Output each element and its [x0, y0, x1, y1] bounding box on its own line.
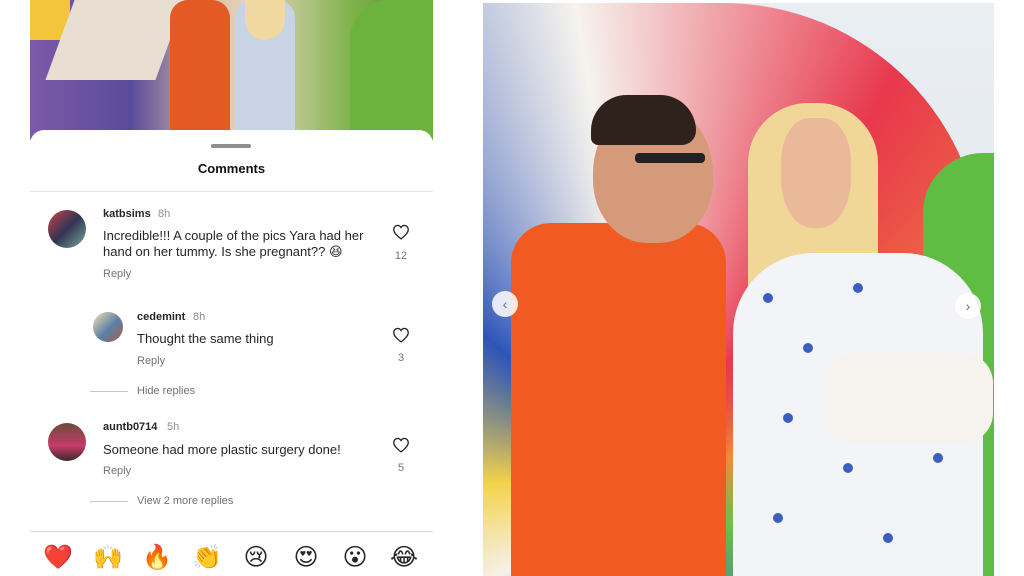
comment-username[interactable]: katbsims	[103, 208, 151, 220]
reaction-laughing[interactable]: 😂	[388, 542, 420, 574]
reaction-heart[interactable]: ❤️	[42, 542, 74, 574]
comment-time: 8h	[193, 311, 206, 323]
like-count: 12	[394, 250, 408, 262]
divider	[30, 531, 433, 532]
view-more-replies-button[interactable]: View 2 more replies	[137, 495, 233, 507]
thread-line	[90, 391, 128, 392]
reply-button[interactable]: Reply	[103, 268, 131, 280]
sheet-drag-handle[interactable]	[211, 144, 251, 148]
reaction-bar: ❤️ 🙌 🔥 👏 😢 😍 😮 😂	[30, 542, 433, 576]
divider	[30, 191, 433, 192]
comment-time: 8h	[158, 208, 171, 220]
chevron-right-icon[interactable]: ›	[955, 293, 981, 319]
reaction-raised-hands[interactable]: 🙌	[92, 542, 124, 574]
comments-sheet: Comments katbsims 8h Incredible!!! A cou…	[30, 130, 433, 576]
avatar[interactable]	[93, 312, 123, 342]
avatar[interactable]	[48, 210, 86, 248]
comment-text: Someone had more plastic surgery done!	[103, 442, 341, 457]
reaction-heart-eyes[interactable]: 😍	[290, 542, 322, 574]
comment-username[interactable]: auntb0714	[103, 421, 157, 433]
comment-username[interactable]: cedemint	[137, 311, 185, 323]
reply-button[interactable]: Reply	[137, 355, 165, 367]
reaction-crying[interactable]: 😢	[240, 542, 272, 574]
post-photo: ‹ ›	[483, 3, 994, 576]
comment-text: Incredible!!! A couple of the pics Yara …	[103, 228, 364, 259]
photo-man-shirt	[511, 223, 726, 576]
thread-line	[90, 501, 128, 502]
comment-text: Thought the same thing	[137, 331, 274, 346]
reply-button[interactable]: Reply	[103, 465, 131, 477]
photo-man	[170, 0, 230, 140]
photo-cardigan	[823, 353, 993, 443]
photo-woman-hair	[245, 0, 285, 40]
like-heart-icon[interactable]	[392, 327, 410, 343]
comment-time: 5h	[167, 421, 180, 433]
photo-balloon-green	[350, 0, 433, 140]
like-heart-icon[interactable]	[392, 224, 410, 240]
sheet-title: Comments	[197, 161, 266, 176]
chevron-left-icon[interactable]: ‹	[492, 291, 518, 317]
photo-woman-face	[781, 118, 851, 228]
photo-man-hair	[591, 95, 696, 145]
avatar[interactable]	[48, 423, 86, 461]
reaction-fire[interactable]: 🔥	[141, 542, 173, 574]
hide-replies-button[interactable]: Hide replies	[137, 385, 195, 397]
post-photo-thumbnail	[30, 0, 433, 140]
like-count: 3	[397, 352, 405, 364]
reaction-clap[interactable]: 👏	[191, 542, 223, 574]
reaction-surprised[interactable]: 😮	[339, 542, 371, 574]
like-heart-icon[interactable]	[392, 437, 410, 453]
photo-man-sunglasses	[635, 153, 705, 163]
like-count: 5	[397, 462, 405, 474]
